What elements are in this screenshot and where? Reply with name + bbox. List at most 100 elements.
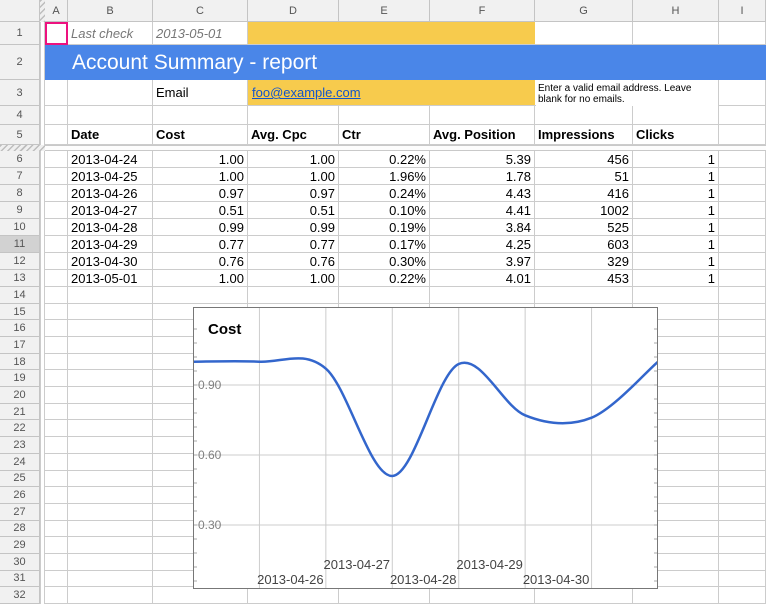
table-cell[interactable]: 0.76 [248, 253, 339, 270]
grid-cell-I5[interactable] [719, 125, 766, 145]
grid-cell-A27[interactable] [45, 504, 68, 521]
column-header-E[interactable]: E [339, 0, 430, 22]
grid-cell-I11[interactable] [719, 236, 766, 253]
grid-cell-B19[interactable] [68, 370, 153, 387]
row-header-10[interactable]: 10 [0, 219, 40, 236]
grid-cell-B3[interactable] [68, 80, 153, 106]
last-check-value-cell[interactable]: 2013-05-01 [153, 22, 248, 45]
grid-cell-A14[interactable] [45, 287, 68, 304]
grid-cell-G1[interactable] [535, 22, 633, 45]
table-cell[interactable]: 2013-04-28 [68, 219, 153, 236]
row-header-21[interactable]: 21 [0, 404, 40, 421]
table-cell[interactable]: 3.84 [430, 219, 535, 236]
grid-cell-B16[interactable] [68, 320, 153, 337]
row-header-31[interactable]: 31 [0, 571, 40, 588]
table-cell[interactable]: 0.97 [248, 185, 339, 202]
grid-cell-A12[interactable] [45, 253, 68, 270]
table-cell[interactable]: 0.30% [339, 253, 430, 270]
last-check-label-cell[interactable]: Last check [68, 22, 153, 45]
grid-cell-F4[interactable] [430, 106, 535, 125]
grid-cell-A3[interactable] [45, 80, 68, 106]
grid-cell-B20[interactable] [68, 387, 153, 404]
frozen-column-indicator[interactable] [40, 0, 45, 22]
selection-cursor-a1[interactable] [45, 22, 68, 45]
grid-cell-I25[interactable] [719, 471, 766, 488]
table-cell[interactable]: 1.00 [248, 270, 339, 287]
table-cell[interactable]: 1 [633, 168, 719, 185]
grid-cell-A26[interactable] [45, 487, 68, 504]
grid-cell-I24[interactable] [719, 454, 766, 471]
table-cell[interactable]: 456 [535, 151, 633, 168]
grid-cell-A32[interactable] [45, 587, 68, 604]
column-header-C[interactable]: C [153, 0, 248, 22]
grid-cell-D4[interactable] [248, 106, 339, 125]
grid-cell-I18[interactable] [719, 354, 766, 371]
grid-cell-I1[interactable] [719, 22, 766, 45]
grid-cell-I3[interactable] [719, 80, 766, 106]
grid-cell-B29[interactable] [68, 537, 153, 554]
grid-cell-A8[interactable] [45, 185, 68, 202]
grid-cell-B22[interactable] [68, 420, 153, 437]
row-header-28[interactable]: 28 [0, 521, 40, 538]
row-header-4[interactable]: 4 [0, 106, 40, 125]
row-header-16[interactable]: 16 [0, 320, 40, 337]
row-header-6[interactable]: 6 [0, 151, 40, 168]
grid-cell-A28[interactable] [45, 521, 68, 538]
row-header-17[interactable]: 17 [0, 337, 40, 354]
email-input-cell[interactable]: foo@example.com [248, 80, 535, 106]
grid-cell-B18[interactable] [68, 354, 153, 371]
grid-cell-H32[interactable] [633, 587, 719, 604]
grid-cell-A9[interactable] [45, 202, 68, 219]
table-cell[interactable]: 0.10% [339, 202, 430, 219]
grid-cell-B14[interactable] [68, 287, 153, 304]
grid-cell-I17[interactable] [719, 337, 766, 354]
table-cell[interactable]: 2013-04-27 [68, 202, 153, 219]
table-cell[interactable]: 2013-04-25 [68, 168, 153, 185]
grid-cell-A24[interactable] [45, 454, 68, 471]
column-header-B[interactable]: B [68, 0, 153, 22]
select-all-corner[interactable] [0, 0, 40, 22]
grid-cell-A29[interactable] [45, 537, 68, 554]
grid-cell-I20[interactable] [719, 387, 766, 404]
grid-cell-I22[interactable] [719, 420, 766, 437]
table-cell[interactable]: 1.96% [339, 168, 430, 185]
grid-cell-I30[interactable] [719, 554, 766, 571]
table-cell[interactable]: 1.00 [153, 270, 248, 287]
row-header-13[interactable]: 13 [0, 270, 40, 287]
table-cell[interactable]: 1.00 [153, 151, 248, 168]
grid-cell-B21[interactable] [68, 404, 153, 421]
row-header-25[interactable]: 25 [0, 471, 40, 488]
table-cell[interactable]: 2013-04-30 [68, 253, 153, 270]
column-header-G[interactable]: G [535, 0, 633, 22]
grid-cell-A4[interactable] [45, 106, 68, 125]
table-cell[interactable]: 2013-04-26 [68, 185, 153, 202]
table-cell[interactable]: 1 [633, 270, 719, 287]
row-header-18[interactable]: 18 [0, 354, 40, 371]
grid-cell-B25[interactable] [68, 471, 153, 488]
grid-cell-I29[interactable] [719, 537, 766, 554]
email-label-cell[interactable]: Email [153, 80, 248, 106]
table-cell[interactable]: 4.01 [430, 270, 535, 287]
grid-cell-A6[interactable] [45, 151, 68, 168]
table-cell[interactable]: 416 [535, 185, 633, 202]
grid-cell-H1[interactable] [633, 22, 719, 45]
table-cell[interactable]: 4.43 [430, 185, 535, 202]
column-header-F[interactable]: F [430, 0, 535, 22]
row-header-7[interactable]: 7 [0, 168, 40, 185]
grid-cell-A11[interactable] [45, 236, 68, 253]
table-cell[interactable]: 3.97 [430, 253, 535, 270]
table-cell[interactable]: 0.19% [339, 219, 430, 236]
row-header-15[interactable]: 15 [0, 304, 40, 321]
row-header-29[interactable]: 29 [0, 537, 40, 554]
table-cell[interactable]: 4.41 [430, 202, 535, 219]
table-cell[interactable]: 4.25 [430, 236, 535, 253]
grid-cell-E14[interactable] [339, 287, 430, 304]
table-cell[interactable]: 0.76 [153, 253, 248, 270]
grid-cell-I9[interactable] [719, 202, 766, 219]
table-cell[interactable]: 0.51 [153, 202, 248, 219]
row-header-9[interactable]: 9 [0, 202, 40, 219]
grid-cell-E4[interactable] [339, 106, 430, 125]
table-cell[interactable]: 2013-04-29 [68, 236, 153, 253]
row-header-24[interactable]: 24 [0, 454, 40, 471]
grid-cell-A17[interactable] [45, 337, 68, 354]
